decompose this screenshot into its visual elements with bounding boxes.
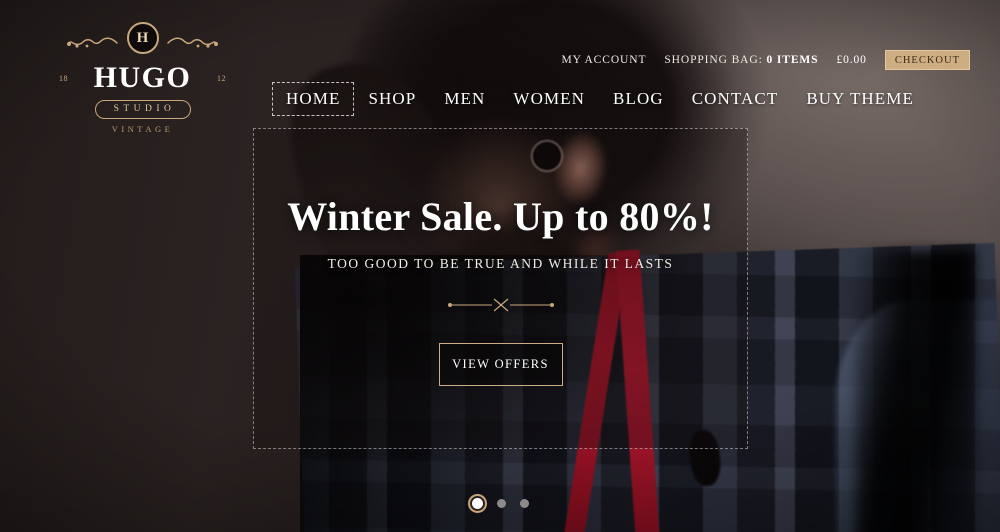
hero-content-panel: Winter Sale. Up to 80%! TOO GOOD TO BE T… xyxy=(253,128,748,449)
nav-item-shop[interactable]: SHOP xyxy=(354,82,430,116)
shopping-bag-count: 0 ITEMS xyxy=(766,54,819,66)
shopping-bag-label: SHOPPING BAG: xyxy=(664,54,763,66)
my-account-link[interactable]: MY ACCOUNT xyxy=(561,54,646,66)
nav-item-women[interactable]: WOMEN xyxy=(499,82,599,116)
logo-monogram-letter: H xyxy=(136,29,149,46)
slider-dot-2[interactable] xyxy=(496,499,506,508)
nav-item-contact[interactable]: CONTACT xyxy=(678,82,793,116)
checkout-button[interactable]: CHECKOUT xyxy=(884,50,970,70)
site-header: H 18 HUGO 12 STUDIO VINTAGE MY ACCOUNT S… xyxy=(0,0,1000,134)
hero-subheadline: TOO GOOD TO BE TRUE AND WHILE IT LASTS xyxy=(327,256,674,271)
hero-headline: Winter Sale. Up to 80%! xyxy=(287,194,714,239)
shopping-bag-status[interactable]: SHOPPING BAG: 0 ITEMS xyxy=(664,54,818,66)
nav-item-home[interactable]: HOME xyxy=(272,82,355,116)
nav-item-men[interactable]: MEN xyxy=(430,82,499,116)
logo-tagline: VINTAGE xyxy=(111,124,174,134)
slider-pagination xyxy=(0,498,1000,509)
logo-crest: H xyxy=(55,22,230,58)
main-navigation: HOME SHOP MEN WOMEN BLOG CONTACT BUY THE… xyxy=(0,82,1000,116)
nav-item-blog[interactable]: BLOG xyxy=(599,82,678,116)
x-ornament-divider-icon xyxy=(447,298,554,312)
nav-item-buy-theme[interactable]: BUY THEME xyxy=(792,82,928,116)
view-offers-button[interactable]: VIEW OFFERS xyxy=(438,343,563,386)
logo-flourish-right-icon xyxy=(167,37,218,48)
utility-bar: MY ACCOUNT SHOPPING BAG: 0 ITEMS £0.00 C… xyxy=(561,50,970,70)
slider-dot-3[interactable] xyxy=(519,499,529,508)
slider-dot-1[interactable] xyxy=(471,498,483,509)
logo-monogram-badge: H xyxy=(126,22,159,54)
shopping-bag-total: £0.00 xyxy=(836,54,867,66)
logo-flourish-left-icon xyxy=(67,37,118,48)
